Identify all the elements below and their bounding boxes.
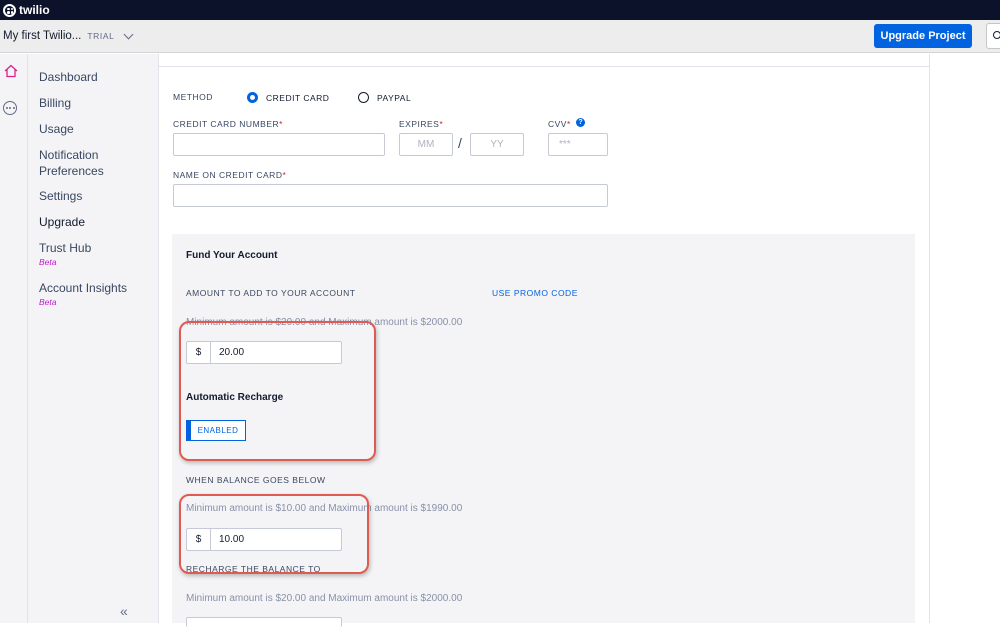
paypal-radio-label[interactable]: PAYPAL: [377, 93, 411, 103]
balance-below-label: WHEN BALANCE GOES BELOW: [186, 475, 326, 485]
chevron-down-icon: [124, 29, 134, 39]
beta-badge: Beta: [39, 297, 57, 307]
account-header: My first Twilio... TRIAL Upgrade Project: [0, 20, 1000, 53]
sidebar-item-billing[interactable]: Billing: [39, 95, 71, 111]
name-on-card-input[interactable]: [173, 184, 608, 207]
sidebar-item-trust-hub[interactable]: Trust Hub Beta: [39, 240, 91, 268]
account-name: My first Twilio...: [3, 30, 82, 42]
expires-label: EXPIRES*: [399, 119, 444, 129]
highlight-box: [179, 494, 369, 574]
recharge-to-input[interactable]: [186, 617, 342, 627]
amount-label: AMOUNT TO ADD TO YOUR ACCOUNT: [186, 288, 356, 298]
use-promo-code-link[interactable]: USE PROMO CODE: [492, 288, 578, 298]
twilio-logo[interactable]: twilio: [3, 2, 50, 18]
sidebar-item-upgrade[interactable]: Upgrade: [39, 214, 85, 230]
expires-separator: /: [458, 135, 462, 151]
expires-month-input[interactable]: MM: [399, 133, 453, 156]
sidebar-item-dashboard[interactable]: Dashboard: [39, 69, 98, 85]
right-pane: [930, 54, 1000, 623]
beta-badge: Beta: [39, 257, 57, 267]
top-bar: twilio: [0, 0, 1000, 20]
name-on-card-label: NAME ON CREDIT CARD*: [173, 170, 287, 180]
method-label: METHOD: [173, 92, 213, 102]
paypal-radio[interactable]: [358, 92, 369, 103]
card-number-label: CREDIT CARD NUMBER*: [173, 119, 283, 129]
help-icon[interactable]: ?: [576, 118, 585, 127]
home-icon[interactable]: [4, 64, 18, 78]
cvv-label: CVV*: [548, 119, 571, 129]
fund-account-title: Fund Your Account: [186, 250, 278, 261]
highlight-box: [179, 321, 376, 461]
trial-badge: TRIAL: [87, 31, 115, 41]
more-products-icon[interactable]: [3, 101, 17, 115]
sidebar-item-notification-preferences[interactable]: Notification Preferences: [39, 147, 129, 179]
recharge-to-hint: Minimum amount is $20.00 and Maximum amo…: [186, 593, 463, 604]
logo-text: twilio: [19, 3, 50, 17]
product-rail: [0, 54, 28, 623]
sidebar-item-settings[interactable]: Settings: [39, 188, 82, 204]
sidebar-item-account-insights[interactable]: Account Insights Beta: [39, 280, 127, 308]
sidebar: Dashboard Billing Usage Notification Pre…: [28, 54, 144, 623]
card-number-input[interactable]: [173, 133, 385, 156]
sidebar-item-usage[interactable]: Usage: [39, 121, 74, 137]
account-switcher[interactable]: My first Twilio... TRIAL: [3, 29, 134, 42]
divider: [159, 66, 929, 67]
credit-card-radio-label[interactable]: CREDIT CARD: [266, 93, 329, 103]
search-icon: [993, 31, 1000, 39]
search-button[interactable]: [986, 23, 1000, 49]
twilio-logo-icon: [3, 3, 16, 17]
cvv-input[interactable]: ***: [548, 133, 608, 156]
credit-card-radio[interactable]: [247, 92, 258, 103]
collapse-sidebar-icon[interactable]: «: [120, 603, 128, 619]
expires-year-input[interactable]: YY: [470, 133, 524, 156]
upgrade-project-button[interactable]: Upgrade Project: [874, 24, 972, 48]
